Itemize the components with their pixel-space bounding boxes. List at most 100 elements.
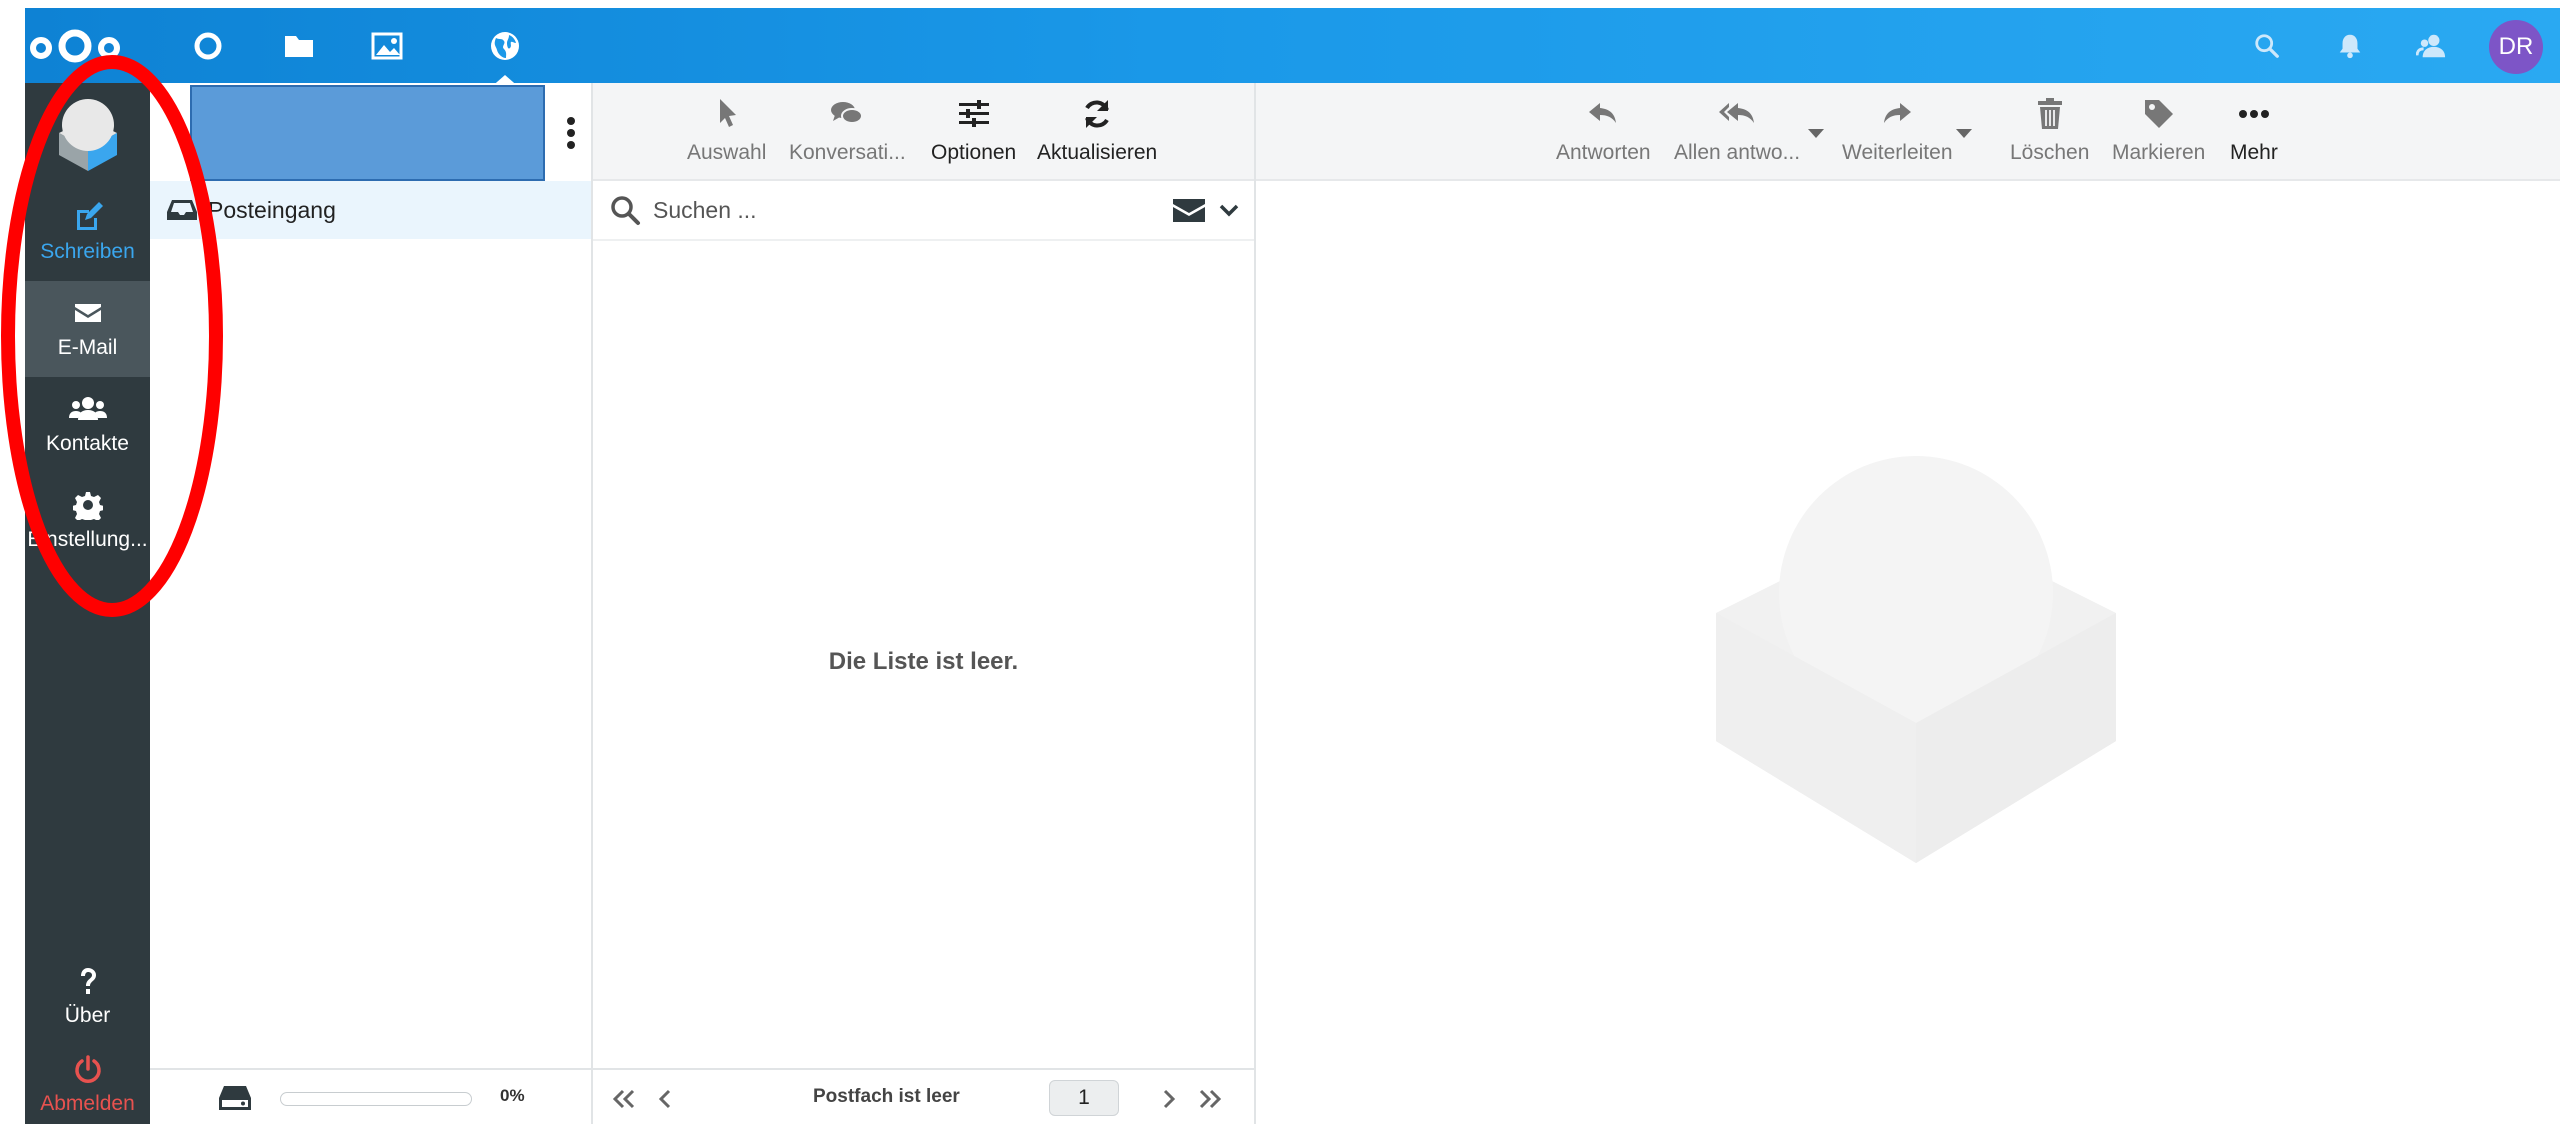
storage-icon [219,1086,251,1110]
options-label: Optionen [931,141,1017,164]
page-number-input[interactable] [1049,1080,1119,1116]
reply-icon [1589,103,1617,123]
users-icon [68,397,107,420]
reply-all-dropdown[interactable] [1808,129,1824,138]
folder-label: Posteingang [208,196,336,223]
top-search-button[interactable] [2247,26,2287,66]
pagination-bar: Postfach ist leer [593,1068,1254,1124]
reply-all-button[interactable]: Allen antwo... [1674,97,1800,165]
pager-status: Postfach ist leer [813,1086,960,1107]
quota-indicator: 0% [150,1068,591,1124]
search-icon [611,196,640,225]
question-icon [80,968,96,994]
top-app-photos[interactable] [365,24,409,68]
power-icon [74,1055,101,1083]
quota-bar [280,1092,472,1106]
refresh-button[interactable]: Aktualisieren [1037,97,1157,165]
tag-icon [2144,100,2173,128]
reply-label: Antworten [1556,141,1651,164]
previous-page-icon[interactable] [651,1084,681,1114]
roundcube-logo-icon [59,99,117,171]
options-button[interactable]: Optionen [931,97,1016,165]
empty-list-message: Die Liste ist leer. [828,648,1019,675]
contacts-menu-button[interactable] [2412,26,2452,66]
refresh-icon [1085,100,1110,128]
sliders-icon [958,100,989,127]
account-menu-icon[interactable] [561,113,581,153]
about-label: Über [64,1004,111,1027]
gear-icon [72,492,103,520]
reply-all-label: Allen antwo... [1674,141,1801,164]
top-bar: DR [25,8,2560,89]
cursor-icon [719,99,736,127]
logout-button[interactable]: Abmelden [25,1045,150,1125]
user-avatar[interactable]: DR [2489,20,2543,74]
compose-button[interactable]: Schreiben [25,185,150,281]
contacts-icon [2416,34,2446,58]
message-toolbar: Antworten Allen antwo... Weiterleiten Lö… [1256,83,2560,181]
forward-button[interactable]: Weiterleiten [1842,97,1953,165]
inbox-icon [167,200,197,220]
top-app-dashboard[interactable] [186,24,230,68]
more-button[interactable]: Mehr [2230,97,2278,165]
roundcube-watermark-icon [1716,456,2116,863]
rail-item-mail[interactable]: E-Mail [25,281,150,377]
notifications-button[interactable] [2330,26,2370,66]
delete-label: Löschen [2010,141,2090,164]
settings-label: Einstellung... [27,528,148,551]
top-app-mail[interactable] [483,24,527,68]
compose-label: Schreiben [40,240,135,263]
account-selector[interactable] [190,85,545,181]
mark-button[interactable]: Markieren [2112,97,2205,165]
first-page-icon[interactable] [609,1084,639,1114]
more-label: Mehr [2230,141,2278,164]
search-bar [593,181,1254,241]
select-button[interactable]: Auswahl [687,97,766,165]
app-navigation-rail: Schreiben E-Mail Kontakte Einstellung...… [25,83,150,1124]
top-app-files[interactable] [277,24,321,68]
logout-label: Abmelden [40,1092,135,1115]
contacts-label: Kontakte [46,432,129,455]
envelope-icon [74,304,101,322]
forward-label: Weiterleiten [1842,141,1953,164]
forward-dropdown[interactable] [1956,129,1972,138]
next-page-icon[interactable] [1153,1084,1183,1114]
trash-icon [2037,98,2062,129]
rail-item-settings[interactable]: Einstellung... [25,473,150,569]
about-button[interactable]: Über [25,949,150,1045]
folder-panel: Posteingang 0% [150,83,593,1124]
reply-button[interactable]: Antworten [1556,97,1651,165]
delete-button[interactable]: Löschen [2010,97,2089,165]
nextcloud-logo-icon [30,29,120,63]
mail-label: E-Mail [57,336,118,359]
last-page-icon[interactable] [1195,1084,1225,1114]
rail-item-contacts[interactable]: Kontakte [25,377,150,473]
compose-icon [76,202,103,230]
list-toolbar: Auswahl Konversati... Optionen Aktualisi… [593,83,1254,181]
select-label: Auswahl [687,141,767,164]
folder-item-inbox[interactable]: Posteingang [150,181,591,239]
comments-icon [831,102,864,124]
envelope-icon[interactable] [1172,196,1206,224]
globe-icon [491,32,519,60]
threads-button[interactable]: Konversati... [789,97,906,165]
message-list-panel: Auswahl Konversati... Optionen Aktualisi… [593,83,1256,1124]
more-icon [2238,110,2269,118]
bell-icon [2339,34,2361,59]
forward-icon [1884,103,1912,123]
message-view-panel: Antworten Allen antwo... Weiterleiten Lö… [1256,83,2560,1124]
photos-icon [371,32,403,60]
threads-label: Konversati... [789,141,906,164]
files-icon [285,36,313,57]
nextcloud-logo[interactable] [27,24,123,68]
reply-all-icon [1719,103,1755,123]
chevron-down-icon[interactable] [1218,199,1240,221]
refresh-label: Aktualisieren [1037,141,1158,164]
search-input[interactable] [651,195,1135,225]
mark-label: Markieren [2112,141,2206,164]
avatar-initials: DR [2498,33,2534,60]
mail-app-logo [55,91,121,179]
dashboard-icon [194,32,222,60]
quota-percent: 0% [500,1086,525,1105]
search-icon [2255,34,2279,58]
